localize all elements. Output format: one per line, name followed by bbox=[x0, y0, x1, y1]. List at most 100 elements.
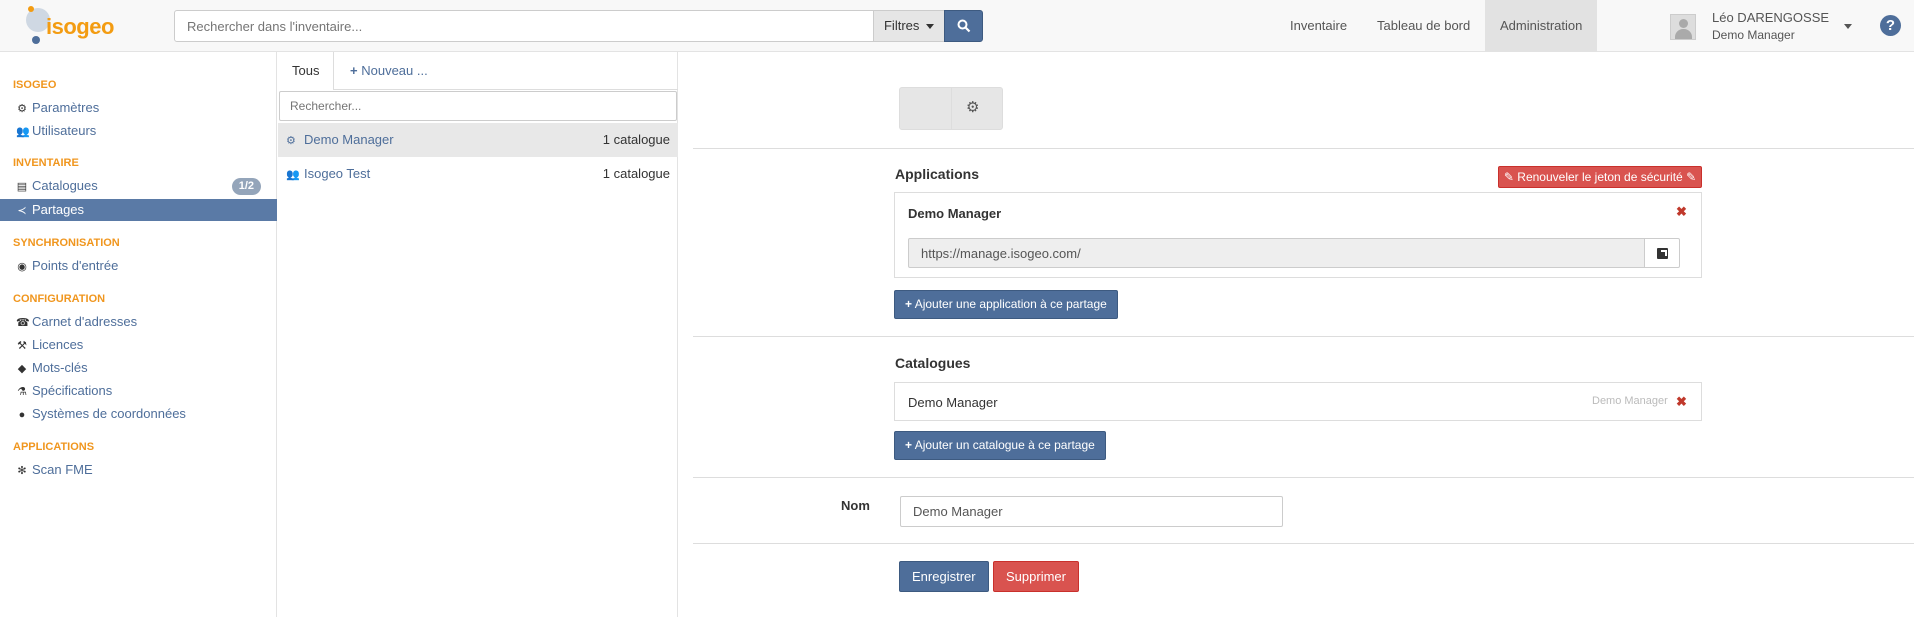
caret-down-icon bbox=[926, 24, 934, 30]
sidebar-section-isogeo: ISOGEO bbox=[13, 79, 57, 91]
sidebar-item-label: Scan FME bbox=[32, 462, 93, 477]
sidebar-item-catalogues[interactable]: ▤ Catalogues 1/2 bbox=[0, 175, 277, 197]
divider bbox=[693, 543, 1914, 544]
user-org[interactable]: Demo Manager bbox=[1712, 28, 1795, 42]
top-navbar: isogeo Filtres Inventaire Tableau de bor… bbox=[0, 0, 1914, 52]
sidebar-item-mots-cles[interactable]: ◆ Mots-clés bbox=[0, 357, 277, 379]
sidebar-item-partages[interactable]: ≺ Partages bbox=[0, 199, 277, 221]
name-label: Nom bbox=[841, 498, 870, 513]
add-catalog-button[interactable]: + Ajouter un catalogue à ce partage bbox=[894, 431, 1106, 460]
eraser-icon: ✎ bbox=[1686, 170, 1697, 184]
share-detail: ⚙ Applications ✎ Renouveler le jeton de … bbox=[679, 52, 1914, 617]
sidebar-item-label: Utilisateurs bbox=[32, 123, 97, 138]
remove-application-icon[interactable]: ✖ bbox=[1676, 204, 1687, 220]
eye-icon: ◉ bbox=[17, 261, 27, 273]
search-button[interactable] bbox=[944, 10, 983, 42]
sidebar-item-label: Catalogues bbox=[32, 178, 98, 193]
tab-tous[interactable]: Tous bbox=[278, 52, 335, 90]
sidebar-item-label: Carnet d'adresses bbox=[32, 314, 138, 329]
add-application-button[interactable]: + Ajouter une application à ce partage bbox=[894, 290, 1118, 319]
isogeo-logo[interactable]: isogeo bbox=[22, 4, 114, 48]
external-link-icon bbox=[1657, 248, 1668, 259]
nav-inventaire[interactable]: Inventaire bbox=[1275, 0, 1362, 52]
avatar-body bbox=[1675, 29, 1692, 39]
divider bbox=[693, 477, 1914, 478]
tags-icon: ◆ bbox=[17, 363, 27, 375]
remove-catalog-icon[interactable]: ✖ bbox=[1676, 394, 1687, 410]
divider bbox=[693, 148, 1914, 149]
shares-search-input[interactable] bbox=[279, 91, 677, 121]
logo-dot bbox=[28, 6, 34, 12]
sidebar-item-licences[interactable]: ⚒ Licences bbox=[0, 334, 277, 356]
shares-list-panel: Tous + Nouveau ... ⚙ Demo Manager 1 catal… bbox=[278, 52, 678, 617]
nav-administration[interactable]: Administration bbox=[1485, 0, 1598, 52]
share-type-toggle[interactable]: ⚙ bbox=[899, 87, 1003, 130]
user-menu-caret-icon[interactable] bbox=[1844, 24, 1852, 29]
plus-icon: + bbox=[350, 63, 358, 78]
sidebar-item-points-entree[interactable]: ◉ Points d'entrée bbox=[0, 255, 277, 277]
applications-title: Applications bbox=[895, 166, 980, 182]
gears-icon: ⚙ bbox=[286, 135, 296, 147]
gears-icon: ⚙ bbox=[966, 99, 980, 116]
globe-icon: ● bbox=[18, 409, 26, 421]
open-url-button[interactable] bbox=[1644, 238, 1680, 268]
share-catalog-count: 1 catalogue bbox=[602, 132, 670, 147]
user-name[interactable]: Léo DARENGOSSE bbox=[1712, 10, 1829, 25]
sidebar-item-carnet-adresses[interactable]: ☎ Carnet d'adresses bbox=[0, 311, 277, 333]
filters-dropdown-button[interactable]: Filtres bbox=[873, 10, 945, 42]
catalogues-title: Catalogues bbox=[895, 355, 971, 371]
share-name: Demo Manager bbox=[304, 132, 394, 147]
delete-button[interactable]: Supprimer bbox=[993, 561, 1079, 592]
renew-token-label: Renouveler le jeton de sécurité bbox=[1517, 170, 1683, 184]
sidebar-item-utilisateurs[interactable]: 👥 Utilisateurs bbox=[0, 120, 277, 142]
sidebar-item-label: Points d'entrée bbox=[32, 258, 119, 273]
avatar[interactable] bbox=[1670, 14, 1696, 40]
sidebar-item-label: Mots-clés bbox=[32, 360, 88, 375]
nav-tableau-de-bord[interactable]: Tableau de bord bbox=[1362, 0, 1485, 52]
sidebar-item-parametres[interactable]: ⚙ Paramètres bbox=[0, 97, 277, 119]
sidebar-section-synchronisation: SYNCHRONISATION bbox=[13, 237, 120, 249]
list-item[interactable]: 👥 Isogeo Test 1 catalogue bbox=[278, 157, 678, 191]
share-name: Isogeo Test bbox=[304, 166, 371, 181]
tab-nouveau[interactable]: + Nouveau ... bbox=[336, 52, 442, 90]
users-icon: 👥 bbox=[16, 126, 30, 138]
save-button[interactable]: Enregistrer bbox=[899, 561, 989, 592]
gavel-icon: ⚒ bbox=[17, 340, 27, 352]
sidebar-section-applications: APPLICATIONS bbox=[13, 441, 95, 453]
plus-icon: + bbox=[905, 297, 913, 311]
list-item[interactable]: ⚙ Demo Manager 1 catalogue bbox=[278, 123, 678, 157]
share-icon: ≺ bbox=[17, 205, 27, 217]
sidebar-item-label: Licences bbox=[32, 337, 84, 352]
sidebar-item-systemes-coordonnees[interactable]: ● Systèmes de coordonnées bbox=[0, 403, 277, 425]
sidebar-item-scan-fme[interactable]: ✻ Scan FME bbox=[0, 459, 277, 481]
add-application-label: Ajouter une application à ce partage bbox=[914, 297, 1107, 311]
sidebar-item-specifications[interactable]: ⚗ Spécifications bbox=[0, 380, 277, 402]
book-icon: ▤ bbox=[16, 181, 28, 193]
toggle-divider bbox=[951, 88, 952, 129]
gear-icon: ✻ bbox=[17, 465, 27, 477]
logo-small-circle bbox=[32, 36, 40, 44]
application-url-field[interactable] bbox=[908, 238, 1645, 268]
help-icon[interactable]: ? bbox=[1880, 15, 1901, 36]
eraser-icon: ✎ bbox=[1503, 170, 1514, 184]
admin-sidebar: ISOGEO ⚙ Paramètres 👥 Utilisateurs INVENTA… bbox=[0, 52, 277, 617]
logo-text: isogeo bbox=[46, 14, 114, 39]
application-name: Demo Manager bbox=[908, 206, 1002, 221]
sidebar-item-label: Spécifications bbox=[32, 383, 113, 398]
sidebar-item-label: Systèmes de coordonnées bbox=[32, 406, 186, 421]
catalogues-count-badge: 1/2 bbox=[231, 178, 261, 195]
plus-icon: + bbox=[905, 438, 913, 452]
inventory-search-input[interactable] bbox=[174, 10, 874, 42]
application-card: Demo Manager ✖ bbox=[894, 192, 1702, 278]
catalog-card: Demo Manager Demo Manager ✖ bbox=[894, 382, 1702, 421]
add-catalog-label: Ajouter un catalogue à ce partage bbox=[914, 438, 1095, 452]
phone-icon: ☎ bbox=[16, 317, 30, 329]
renew-token-button[interactable]: ✎ Renouveler le jeton de sécurité ✎ bbox=[1498, 166, 1702, 188]
avatar-head bbox=[1679, 19, 1688, 28]
users-icon: 👥 bbox=[286, 169, 300, 181]
catalog-owner: Demo Manager bbox=[1592, 395, 1668, 407]
share-name-field[interactable] bbox=[900, 496, 1283, 527]
tab-nouveau-label: Nouveau ... bbox=[361, 63, 428, 78]
sidebar-section-inventaire: INVENTAIRE bbox=[13, 157, 79, 169]
sidebar-item-label: Paramètres bbox=[32, 100, 100, 115]
